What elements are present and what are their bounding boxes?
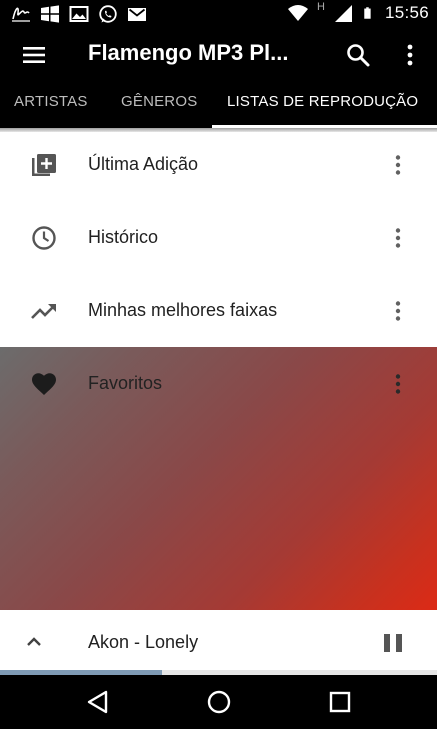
more-vert-icon[interactable]	[386, 153, 410, 177]
music-player-screen: H 15:56 Flamengo MP3 Pl... ARTISTAS GÊNE…	[0, 0, 437, 729]
search-icon[interactable]	[344, 41, 372, 69]
playlist-item-ultima-adicao[interactable]: Última Adição	[0, 128, 437, 201]
recents-icon[interactable]	[326, 688, 354, 716]
tab-bar: ARTISTAS GÊNEROS LISTAS DE REPRODUÇÃO	[0, 84, 437, 128]
status-time: 15:56	[384, 3, 429, 22]
tab-listas-de-reproducao[interactable]: LISTAS DE REPRODUÇÃO	[227, 84, 418, 128]
playlist-add-icon	[32, 154, 56, 176]
system-navigation-bar	[0, 675, 437, 729]
now-playing-bar[interactable]: Akon - Lonely	[0, 610, 437, 675]
app-bar: Flamengo MP3 Pl...	[0, 28, 437, 84]
network-type-label: H	[317, 1, 325, 13]
more-vert-icon[interactable]	[386, 226, 410, 250]
playlist-label: Última Adição	[88, 154, 199, 174]
playlist-item-favoritos[interactable]: Favoritos	[0, 347, 437, 420]
windows-icon	[41, 5, 59, 23]
now-playing-title: Akon - Lonely	[88, 632, 199, 652]
more-vert-icon[interactable]	[396, 41, 424, 69]
signature-app-icon	[12, 7, 30, 22]
system-status-icons: H 15:56	[287, 1, 429, 23]
playlist-list: Última Adição Histórico Minhas melhores …	[0, 128, 437, 347]
playlist-label: Histórico	[88, 227, 159, 247]
back-icon[interactable]	[84, 688, 112, 716]
playlist-item-minhas-melhores-faixas[interactable]: Minhas melhores faixas	[0, 274, 437, 347]
app-title: Flamengo MP3 Pl...	[88, 40, 289, 65]
more-vert-icon[interactable]	[386, 372, 410, 396]
tab-generos[interactable]: GÊNEROS	[121, 84, 197, 128]
trending-up-icon	[31, 304, 56, 319]
signal-icon	[334, 5, 352, 22]
playlist-label: Favoritos	[88, 373, 163, 393]
home-icon[interactable]	[205, 688, 233, 716]
tab-artistas[interactable]: ARTISTAS	[14, 84, 88, 128]
notification-icons	[10, 4, 148, 24]
pause-icon[interactable]	[380, 630, 406, 656]
status-bar: H 15:56	[0, 0, 437, 28]
whatsapp-icon	[99, 5, 117, 23]
gallery-icon	[69, 6, 89, 22]
battery-icon	[364, 7, 371, 19]
menu-icon[interactable]	[20, 41, 48, 69]
more-vert-icon[interactable]	[386, 299, 410, 323]
album-art-background: Favoritos	[0, 347, 437, 610]
history-clock-icon	[32, 226, 56, 250]
playlist-label: Minhas melhores faixas	[88, 300, 278, 320]
wifi-icon	[288, 5, 308, 21]
gmail-icon	[128, 8, 146, 21]
playlist-item-historico[interactable]: Histórico	[0, 201, 437, 274]
chevron-up-icon[interactable]	[22, 630, 46, 654]
heart-icon	[32, 373, 56, 395]
